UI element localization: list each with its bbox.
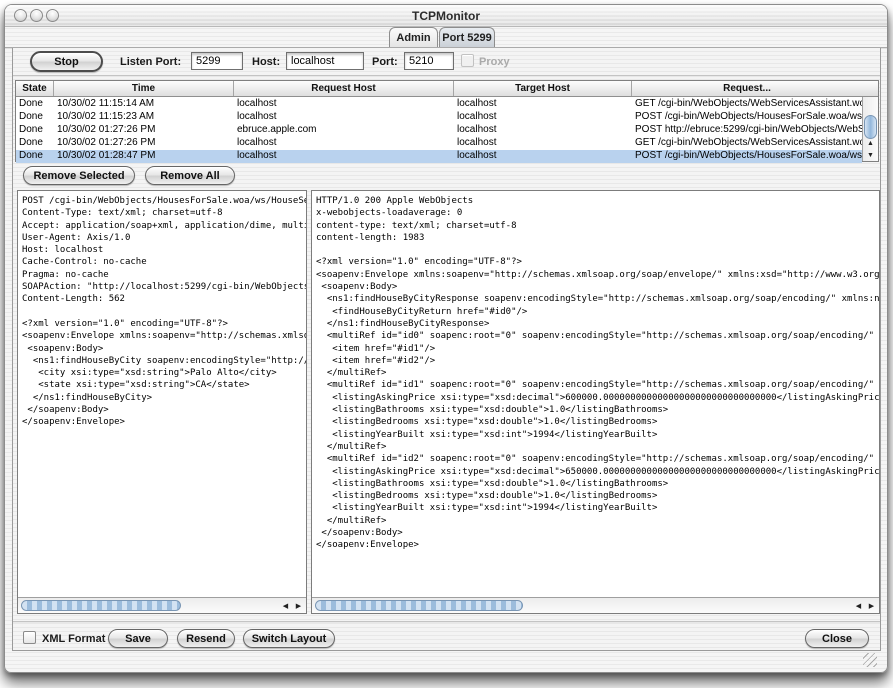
table-row[interactable]: Done 10/30/02 01:27:26 PM ebruce.apple.c… [16,124,862,137]
col-request[interactable]: Request... [632,81,862,96]
table-row[interactable]: Done 10/30/02 01:27:26 PM localhost loca… [16,137,862,150]
scrollbar-thumb[interactable] [864,115,877,139]
cell-target-host: localhost [454,150,632,163]
remove-all-button[interactable]: Remove All [145,166,235,185]
cell-target-host: localhost [454,111,632,124]
resend-button[interactable]: Resend [177,629,235,648]
scroll-left-icon[interactable]: ◀ [279,600,292,612]
cell-request: POST /cgi-bin/WebObjects/HousesForSale.w… [632,111,862,124]
listen-port-label: Listen Port: [120,56,181,68]
col-request-host[interactable]: Request Host [234,81,454,96]
cell-state: Done [16,137,54,150]
table-vertical-scrollbar[interactable]: ▲ ▼ [862,97,878,161]
listen-port-input[interactable]: 5299 [191,52,243,70]
response-horizontal-scrollbar[interactable]: ◀ ▶ [312,597,879,613]
host-label: Host: [252,56,280,68]
scroll-down-icon[interactable]: ▼ [863,149,878,161]
request-horizontal-scrollbar[interactable]: ◀ ▶ [18,597,306,613]
switch-layout-button[interactable]: Switch Layout [243,629,335,648]
cell-request-host: localhost [234,137,454,150]
cell-time: 10/30/02 11:15:14 AM [54,98,234,111]
cell-target-host: localhost [454,137,632,150]
table-row[interactable]: Done 10/30/02 11:15:23 AM localhost loca… [16,111,862,124]
table-row-selected[interactable]: Done 10/30/02 01:28:47 PM localhost loca… [16,150,862,163]
scrollbar-thumb[interactable] [315,600,523,611]
proxy-checkbox[interactable] [461,54,474,67]
table-row[interactable]: Done 10/30/02 11:15:14 AM localhost loca… [16,98,862,111]
response-text-pane[interactable]: HTTP/1.0 200 Apple WebObjects x-webobjec… [311,190,880,614]
tab-admin[interactable]: Admin [389,27,438,48]
tcpmonitor-window: TCPMonitor Admin Port 5299 Stop Listen P… [4,4,888,673]
table-header: State Time Request Host Target Host Requ… [16,81,878,97]
scroll-left-icon[interactable]: ◀ [852,600,865,612]
cell-time: 10/30/02 01:27:26 PM [54,124,234,137]
cell-request-host: localhost [234,150,454,163]
cell-request: POST http://ebruce:5299/cgi-bin/WebObjec… [632,124,862,137]
cell-time: 10/30/02 01:27:26 PM [54,137,234,150]
cell-state: Done [16,111,54,124]
title-bar[interactable]: TCPMonitor [5,5,887,27]
toolbar-separator [13,75,880,77]
col-state[interactable]: State [16,81,54,96]
footer-separator [13,621,880,623]
resize-grip-icon[interactable] [863,653,877,667]
cell-state: Done [16,124,54,137]
cell-request-host: localhost [234,111,454,124]
scroll-right-icon[interactable]: ▶ [292,600,305,612]
xml-format-checkbox[interactable] [23,631,36,644]
save-button[interactable]: Save [108,629,168,648]
port-label: Port: [372,56,398,68]
host-input[interactable]: localhost [286,52,364,70]
cell-target-host: localhost [454,98,632,111]
cell-time: 10/30/02 11:15:23 AM [54,111,234,124]
request-text-pane[interactable]: POST /cgi-bin/WebObjects/HousesForSale.w… [17,190,307,614]
tab-port-5299[interactable]: Port 5299 [439,27,495,48]
stop-button[interactable]: Stop [30,51,103,72]
xml-format-label: XML Format [42,633,105,645]
cell-request: GET /cgi-bin/WebObjects/WebServicesAssis… [632,98,862,111]
col-target-host[interactable]: Target Host [454,81,632,96]
remove-selected-button[interactable]: Remove Selected [23,166,135,185]
close-button[interactable]: Close [805,629,869,648]
request-text: POST /cgi-bin/WebObjects/HousesForSale.w… [22,195,306,597]
cell-request: GET /cgi-bin/WebObjects/WebServicesAssis… [632,137,862,150]
cell-state: Done [16,150,54,163]
col-time[interactable]: Time [54,81,234,96]
cell-time: 10/30/02 01:28:47 PM [54,150,234,163]
scroll-right-icon[interactable]: ▶ [865,600,878,612]
cell-request: POST /cgi-bin/WebObjects/HousesForSale.w… [632,150,862,163]
response-text: HTTP/1.0 200 Apple WebObjects x-webobjec… [316,195,879,597]
proxy-label: Proxy [479,56,510,68]
cell-request-host: localhost [234,98,454,111]
cell-request-host: ebruce.apple.com [234,124,454,137]
port-input[interactable]: 5210 [404,52,454,70]
cell-target-host: localhost [454,124,632,137]
window-title: TCPMonitor [5,9,887,23]
cell-state: Done [16,98,54,111]
scrollbar-thumb[interactable] [21,600,181,611]
scroll-up-icon[interactable]: ▲ [863,137,878,149]
request-table: State Time Request Host Target Host Requ… [15,80,879,162]
